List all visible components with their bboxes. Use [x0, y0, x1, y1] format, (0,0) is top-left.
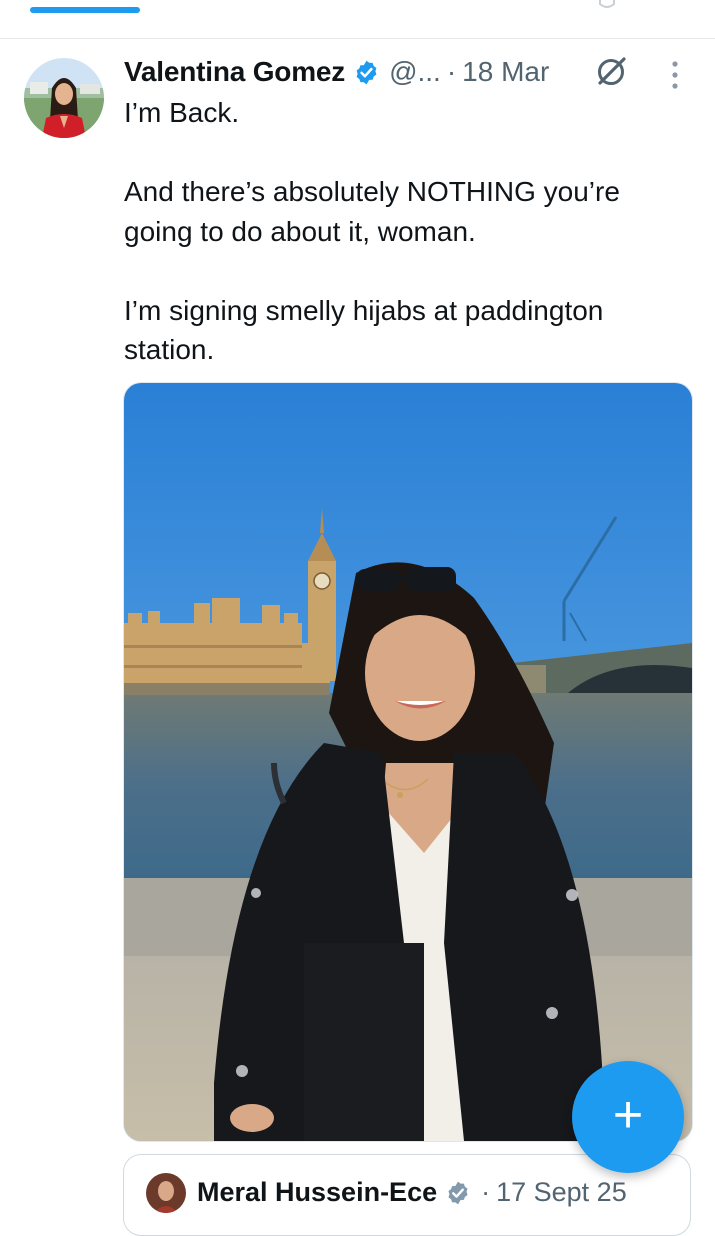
plus-icon: +: [612, 1086, 644, 1144]
photo-westminster-woman: [124, 383, 692, 1141]
quoted-tweet-date: 17 Sept 25: [496, 1177, 627, 1207]
tweet-header: Valentina Gomez @... · 18 Mar: [124, 52, 549, 92]
tweet-text-line: And there’s absolutely NOTHING you’re go…: [124, 176, 620, 247]
partial-icon: [599, 0, 615, 8]
tweet-photo[interactable]: [123, 382, 693, 1142]
tweet-date[interactable]: 18 Mar: [462, 56, 549, 88]
compose-button[interactable]: +: [572, 1061, 684, 1173]
quoted-header-separator: ·: [481, 1177, 491, 1207]
grok-slash-icon[interactable]: [594, 55, 628, 89]
verified-badge-icon: [448, 1181, 468, 1204]
author-handle[interactable]: @...: [389, 56, 441, 88]
avatar-image: [24, 58, 104, 138]
author-name[interactable]: Valentina Gomez: [124, 56, 345, 88]
active-tab-indicator: [30, 7, 140, 13]
tweet-text-line: I’m signing smelly hijabs at paddington …: [124, 294, 604, 366]
verified-badge-icon: [356, 60, 377, 84]
top-tab-bar: [0, 0, 715, 39]
vertical-ellipsis-icon[interactable]: [666, 58, 684, 92]
quoted-author-name: Meral Hussein-Ece: [197, 1177, 438, 1207]
quoted-avatar-image: [146, 1173, 186, 1213]
header-separator: ·: [446, 56, 457, 87]
tweet-text: I’m Back. And there’s absolutely NOTHING…: [124, 93, 694, 370]
quoted-author-avatar: [146, 1173, 186, 1213]
quoted-tweet-header: Meral Hussein-Ece · 17 Sept 25: [197, 1177, 627, 1208]
author-avatar[interactable]: [24, 58, 104, 138]
tweet-text-line: I’m Back.: [124, 97, 240, 128]
